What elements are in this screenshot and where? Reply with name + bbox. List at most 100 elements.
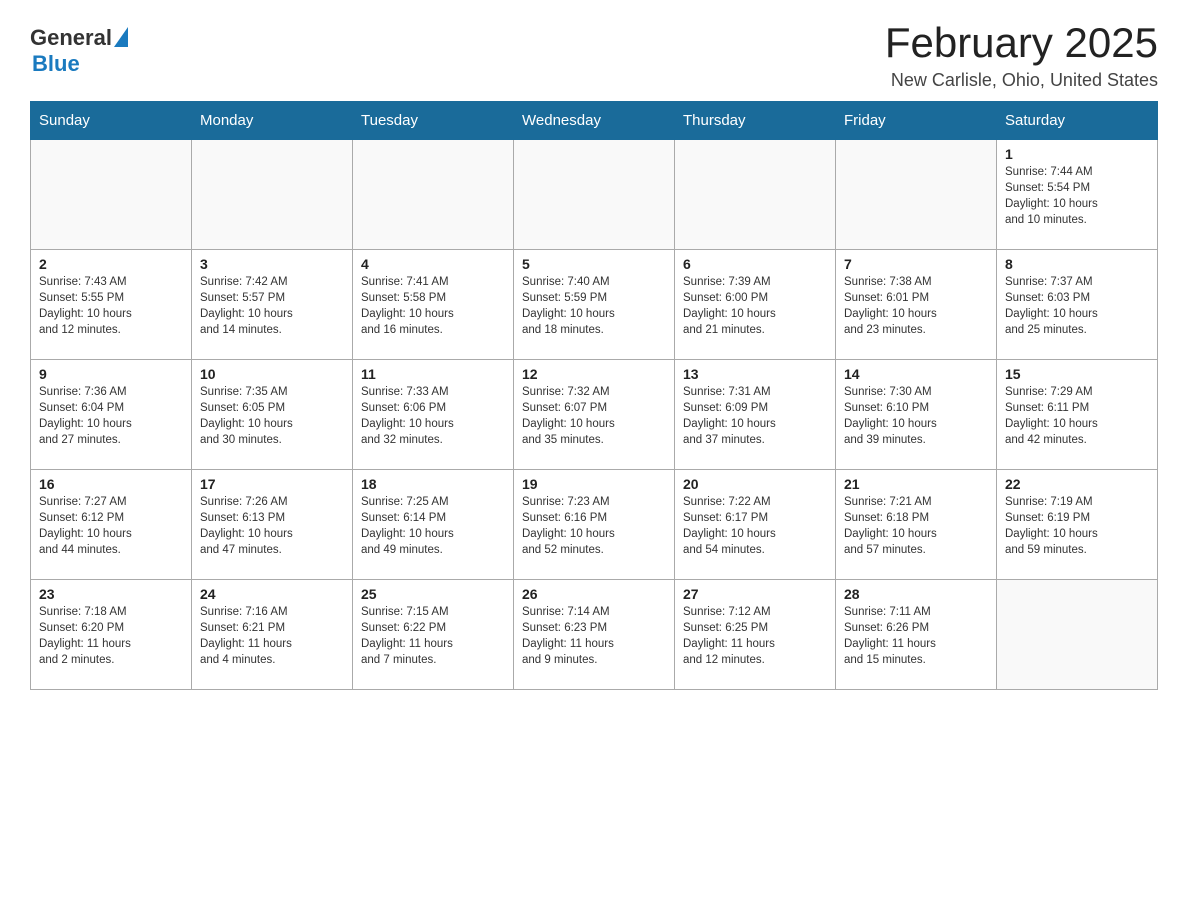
calendar-day-cell bbox=[31, 140, 192, 250]
day-info: Sunrise: 7:16 AMSunset: 6:21 PMDaylight:… bbox=[200, 604, 344, 668]
calendar-day-cell: 22 Sunrise: 7:19 AMSunset: 6:19 PMDayligh… bbox=[997, 470, 1158, 580]
calendar-day-cell: 1 Sunrise: 7:44 AMSunset: 5:54 PMDaylight… bbox=[997, 140, 1158, 250]
day-number: 8 bbox=[1005, 256, 1149, 272]
calendar-day-cell: 13Sunrise: 7:31 AMSunset: 6:09 PMDayligh… bbox=[675, 360, 836, 470]
day-info: Sunrise: 7:14 AMSunset: 6:23 PMDaylight:… bbox=[522, 604, 666, 668]
day-info: Sunrise: 7:27 AMSunset: 6:12 PMDaylight:… bbox=[39, 494, 183, 558]
calendar-week-row: 23 Sunrise: 7:18 AMSunset: 6:20 PMDayligh… bbox=[31, 580, 1158, 690]
day-info: Sunrise: 7:31 AMSunset: 6:09 PMDaylight:… bbox=[683, 384, 827, 448]
calendar-day-cell bbox=[353, 140, 514, 250]
calendar-week-row: 1 Sunrise: 7:44 AMSunset: 5:54 PMDaylight… bbox=[31, 140, 1158, 250]
day-info: Sunrise: 7:43 AMSunset: 5:55 PMDaylight:… bbox=[39, 274, 183, 338]
calendar-day-cell: 24 Sunrise: 7:16 AMSunset: 6:21 PMDayligh… bbox=[192, 580, 353, 690]
calendar-day-cell: 2 Sunrise: 7:43 AMSunset: 5:55 PMDaylight… bbox=[31, 250, 192, 360]
calendar-day-cell bbox=[192, 140, 353, 250]
day-number: 28 bbox=[844, 586, 988, 602]
month-title: February 2025 bbox=[885, 20, 1158, 66]
day-number: 17 bbox=[200, 476, 344, 492]
day-info: Sunrise: 7:29 AMSunset: 6:11 PMDaylight:… bbox=[1005, 384, 1149, 448]
calendar-day-header: Sunday bbox=[31, 102, 192, 140]
day-info: Sunrise: 7:12 AMSunset: 6:25 PMDaylight:… bbox=[683, 604, 827, 668]
logo-triangle-icon bbox=[114, 27, 128, 47]
calendar-day-cell bbox=[997, 580, 1158, 690]
day-number: 25 bbox=[361, 586, 505, 602]
calendar-day-header: Saturday bbox=[997, 102, 1158, 140]
day-info: Sunrise: 7:38 AMSunset: 6:01 PMDaylight:… bbox=[844, 274, 988, 338]
day-number: 1 bbox=[1005, 146, 1149, 162]
day-number: 6 bbox=[683, 256, 827, 272]
calendar-day-cell bbox=[675, 140, 836, 250]
day-info: Sunrise: 7:22 AMSunset: 6:17 PMDaylight:… bbox=[683, 494, 827, 558]
calendar-day-cell: 28 Sunrise: 7:11 AMSunset: 6:26 PMDayligh… bbox=[836, 580, 997, 690]
calendar-day-header: Monday bbox=[192, 102, 353, 140]
page-header: General Blue February 2025 New Carlisle,… bbox=[30, 20, 1158, 91]
calendar-day-cell bbox=[514, 140, 675, 250]
day-number: 24 bbox=[200, 586, 344, 602]
day-number: 16 bbox=[39, 476, 183, 492]
calendar-day-cell: 8 Sunrise: 7:37 AMSunset: 6:03 PMDaylight… bbox=[997, 250, 1158, 360]
day-number: 14 bbox=[844, 366, 988, 382]
day-number: 9 bbox=[39, 366, 183, 382]
calendar-day-cell: 14 Sunrise: 7:30 AMSunset: 6:10 PMDayligh… bbox=[836, 360, 997, 470]
day-info: Sunrise: 7:35 AMSunset: 6:05 PMDaylight:… bbox=[200, 384, 344, 448]
day-number: 5 bbox=[522, 256, 666, 272]
day-info: Sunrise: 7:41 AMSunset: 5:58 PMDaylight:… bbox=[361, 274, 505, 338]
day-number: 10 bbox=[200, 366, 344, 382]
calendar-day-cell: 21Sunrise: 7:21 AMSunset: 6:18 PMDayligh… bbox=[836, 470, 997, 580]
logo-text-blue: Blue bbox=[32, 51, 80, 76]
calendar-day-cell: 12 Sunrise: 7:32 AMSunset: 6:07 PMDayligh… bbox=[514, 360, 675, 470]
calendar-week-row: 9 Sunrise: 7:36 AMSunset: 6:04 PMDaylight… bbox=[31, 360, 1158, 470]
day-number: 22 bbox=[1005, 476, 1149, 492]
calendar-day-cell: 17 Sunrise: 7:26 AMSunset: 6:13 PMDayligh… bbox=[192, 470, 353, 580]
day-info: Sunrise: 7:15 AMSunset: 6:22 PMDaylight:… bbox=[361, 604, 505, 668]
calendar-table: SundayMondayTuesdayWednesdayThursdayFrid… bbox=[30, 101, 1158, 690]
calendar-day-header: Thursday bbox=[675, 102, 836, 140]
calendar-day-cell: 27 Sunrise: 7:12 AMSunset: 6:25 PMDayligh… bbox=[675, 580, 836, 690]
calendar-day-header: Friday bbox=[836, 102, 997, 140]
day-info: Sunrise: 7:30 AMSunset: 6:10 PMDaylight:… bbox=[844, 384, 988, 448]
day-number: 18 bbox=[361, 476, 505, 492]
day-number: 4 bbox=[361, 256, 505, 272]
calendar-day-cell: 5 Sunrise: 7:40 AMSunset: 5:59 PMDaylight… bbox=[514, 250, 675, 360]
calendar-day-cell bbox=[836, 140, 997, 250]
day-number: 15 bbox=[1005, 366, 1149, 382]
calendar-day-cell: 3Sunrise: 7:42 AMSunset: 5:57 PMDaylight… bbox=[192, 250, 353, 360]
day-info: Sunrise: 7:42 AMSunset: 5:57 PMDaylight:… bbox=[200, 274, 344, 338]
calendar-day-cell: 11Sunrise: 7:33 AMSunset: 6:06 PMDayligh… bbox=[353, 360, 514, 470]
day-info: Sunrise: 7:26 AMSunset: 6:13 PMDaylight:… bbox=[200, 494, 344, 558]
calendar-day-cell: 26 Sunrise: 7:14 AMSunset: 6:23 PMDayligh… bbox=[514, 580, 675, 690]
day-number: 21 bbox=[844, 476, 988, 492]
day-info: Sunrise: 7:36 AMSunset: 6:04 PMDaylight:… bbox=[39, 384, 183, 448]
day-number: 12 bbox=[522, 366, 666, 382]
day-info: Sunrise: 7:18 AMSunset: 6:20 PMDaylight:… bbox=[39, 604, 183, 668]
day-info: Sunrise: 7:40 AMSunset: 5:59 PMDaylight:… bbox=[522, 274, 666, 338]
day-number: 26 bbox=[522, 586, 666, 602]
day-info: Sunrise: 7:33 AMSunset: 6:06 PMDaylight:… bbox=[361, 384, 505, 448]
calendar-week-row: 2 Sunrise: 7:43 AMSunset: 5:55 PMDaylight… bbox=[31, 250, 1158, 360]
calendar-day-cell: 9 Sunrise: 7:36 AMSunset: 6:04 PMDaylight… bbox=[31, 360, 192, 470]
calendar-day-cell: 10 Sunrise: 7:35 AMSunset: 6:05 PMDayligh… bbox=[192, 360, 353, 470]
calendar-day-cell: 18 Sunrise: 7:25 AMSunset: 6:14 PMDayligh… bbox=[353, 470, 514, 580]
day-info: Sunrise: 7:32 AMSunset: 6:07 PMDaylight:… bbox=[522, 384, 666, 448]
calendar-day-cell: 6Sunrise: 7:39 AMSunset: 6:00 PMDaylight… bbox=[675, 250, 836, 360]
day-info: Sunrise: 7:11 AMSunset: 6:26 PMDaylight:… bbox=[844, 604, 988, 668]
day-info: Sunrise: 7:44 AMSunset: 5:54 PMDaylight:… bbox=[1005, 164, 1149, 228]
title-section: February 2025 New Carlisle, Ohio, United… bbox=[885, 20, 1158, 91]
calendar-day-cell: 19Sunrise: 7:23 AMSunset: 6:16 PMDayligh… bbox=[514, 470, 675, 580]
day-number: 20 bbox=[683, 476, 827, 492]
day-number: 19 bbox=[522, 476, 666, 492]
day-info: Sunrise: 7:19 AMSunset: 6:19 PMDaylight:… bbox=[1005, 494, 1149, 558]
calendar-day-cell: 20 Sunrise: 7:22 AMSunset: 6:17 PMDayligh… bbox=[675, 470, 836, 580]
day-info: Sunrise: 7:37 AMSunset: 6:03 PMDaylight:… bbox=[1005, 274, 1149, 338]
calendar-day-cell: 23 Sunrise: 7:18 AMSunset: 6:20 PMDayligh… bbox=[31, 580, 192, 690]
calendar-day-header: Tuesday bbox=[353, 102, 514, 140]
day-info: Sunrise: 7:25 AMSunset: 6:14 PMDaylight:… bbox=[361, 494, 505, 558]
calendar-day-cell: 25 Sunrise: 7:15 AMSunset: 6:22 PMDayligh… bbox=[353, 580, 514, 690]
calendar-week-row: 16 Sunrise: 7:27 AMSunset: 6:12 PMDayligh… bbox=[31, 470, 1158, 580]
calendar-day-cell: 15 Sunrise: 7:29 AMSunset: 6:11 PMDayligh… bbox=[997, 360, 1158, 470]
calendar-header-row: SundayMondayTuesdayWednesdayThursdayFrid… bbox=[31, 102, 1158, 140]
day-number: 23 bbox=[39, 586, 183, 602]
day-number: 27 bbox=[683, 586, 827, 602]
location-title: New Carlisle, Ohio, United States bbox=[885, 70, 1158, 91]
day-number: 2 bbox=[39, 256, 183, 272]
